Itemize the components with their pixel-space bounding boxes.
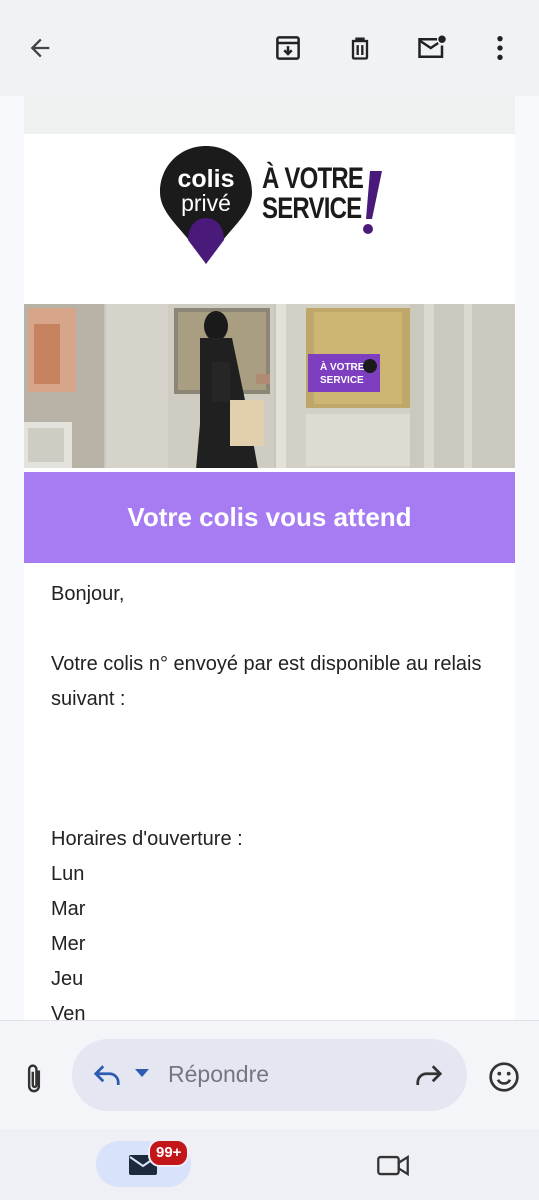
top-app-bar <box>0 0 539 96</box>
email-scroll-area[interactable]: colis privé À VOTRE SERVICE ! <box>0 96 539 1020</box>
forward-icon[interactable] <box>414 1061 444 1089</box>
day-friday: Ven <box>51 1003 86 1020</box>
day-thursday: Jeu <box>51 968 84 990</box>
delete-button[interactable] <box>338 28 382 68</box>
paperclip-icon <box>27 1064 41 1093</box>
nav-meet-tab[interactable] <box>376 1151 416 1181</box>
day-tuesday: Mar <box>51 898 86 920</box>
slogan-line2: SERVICE <box>262 192 362 225</box>
slogan-exclamation: ! <box>363 171 382 234</box>
logo-brand-line1: colis <box>178 165 235 193</box>
unread-badge: 99+ <box>148 1139 190 1167</box>
chevron-down-icon[interactable] <box>134 1067 150 1079</box>
opening-hours-label: Horaires d'ouverture : <box>51 828 243 850</box>
email-preheader <box>24 96 515 134</box>
slogan-line1: À VOTRE <box>262 162 364 195</box>
hero-image: À VOTRE SERVICE <box>24 304 515 469</box>
emoji-button[interactable] <box>482 1055 526 1099</box>
banner-title: Votre colis vous attend <box>127 502 412 532</box>
bottom-navigation: 99+ <box>0 1129 539 1200</box>
arrow-left-icon <box>30 38 50 58</box>
mark-unread-button[interactable] <box>410 28 454 68</box>
hero-sign-line1: À VOTRE <box>320 360 365 373</box>
nav-mail-tab[interactable]: 99+ <box>96 1139 191 1187</box>
more-options-button[interactable] <box>478 28 522 68</box>
reply-icon <box>93 1065 120 1085</box>
mail-unread-icon <box>418 35 446 58</box>
slogan: À VOTRE SERVICE <box>262 162 364 225</box>
logo-header: colis privé À VOTRE SERVICE ! <box>24 134 515 304</box>
colis-prive-logo: colis privé <box>160 146 252 264</box>
notification-banner: Votre colis vous attend <box>24 472 515 563</box>
back-button[interactable] <box>18 28 62 68</box>
day-wednesday: Mer <box>51 933 86 955</box>
greeting: Bonjour, <box>51 583 125 605</box>
emoji-icon <box>489 1062 519 1092</box>
archive-icon <box>276 36 300 60</box>
video-camera-icon <box>377 1155 409 1177</box>
hero-sign-line2: SERVICE <box>320 375 364 386</box>
email-body: colis privé À VOTRE SERVICE ! <box>24 96 515 1020</box>
attach-button[interactable] <box>14 1057 54 1101</box>
parcel-message: Votre colis n° envoyé par est disponible… <box>51 653 482 710</box>
reply-placeholder: Répondre <box>168 1061 270 1087</box>
day-monday: Lun <box>51 863 85 885</box>
archive-button[interactable] <box>266 28 310 68</box>
reply-bar: Répondre <box>0 1020 539 1129</box>
reply-field[interactable]: Répondre <box>72 1039 467 1111</box>
email-message: Bonjour, Votre colis n° envoyé par est d… <box>51 577 491 1020</box>
more-vertical-icon <box>497 35 503 61</box>
trash-icon <box>351 37 369 60</box>
logo-brand-line2: privé <box>181 190 231 216</box>
